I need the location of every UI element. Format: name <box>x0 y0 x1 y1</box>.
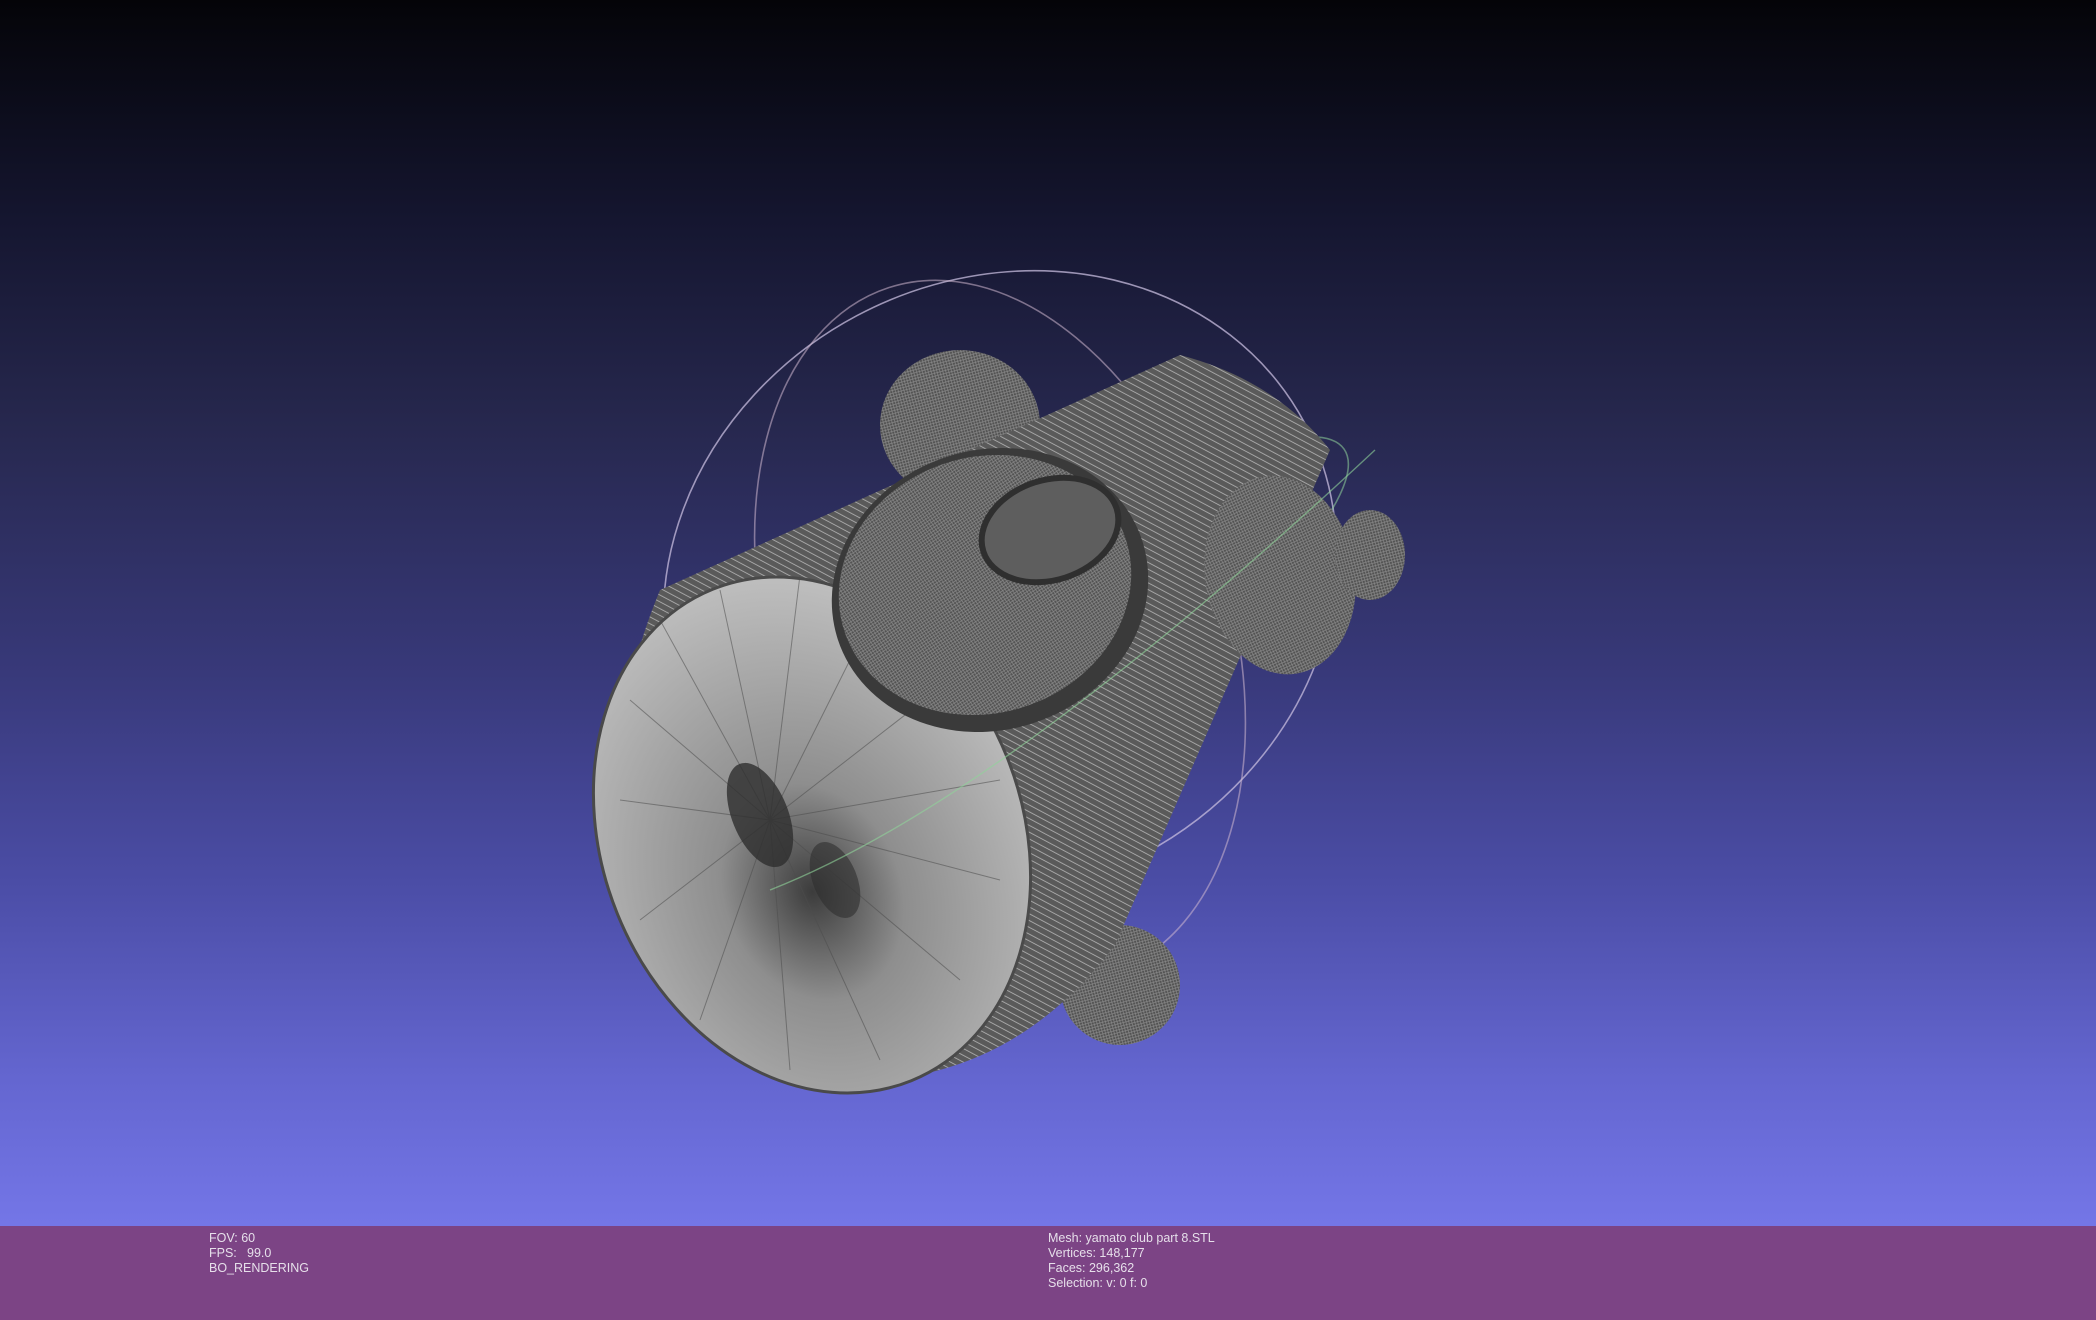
fps-label: FPS: <box>209 1246 237 1260</box>
mesh-name: Mesh: yamato club part 8.STL <box>1048 1231 1215 1245</box>
3d-viewport[interactable] <box>0 0 2096 1226</box>
mesh-render <box>591 269 1405 1095</box>
fov-value: 60 <box>241 1231 256 1245</box>
render-info-panel: FOV: 60 FPS: 99.0 BO_RENDERING <box>209 1231 309 1276</box>
status-info-bar: FOV: 60 FPS: 99.0 BO_RENDERING Mesh: yama… <box>0 1226 2096 1320</box>
mesh-body <box>591 350 1405 1095</box>
fov-row: FOV: 60 <box>209 1231 309 1246</box>
fps-value: 99.0 <box>247 1246 272 1260</box>
face-count: Faces: 296,362 <box>1048 1261 1135 1275</box>
selection-info: Selection: v: 0 f: 0 <box>1048 1276 1148 1290</box>
fps-row: FPS: 99.0 <box>209 1246 309 1261</box>
render-mode: BO_RENDERING <box>209 1261 310 1275</box>
mesh-info-panel: Mesh: yamato club part 8.STL Vertices: 1… <box>1048 1231 1215 1291</box>
fov-label: FOV: <box>209 1231 238 1245</box>
vertex-count: Vertices: 148,177 <box>1048 1246 1145 1260</box>
